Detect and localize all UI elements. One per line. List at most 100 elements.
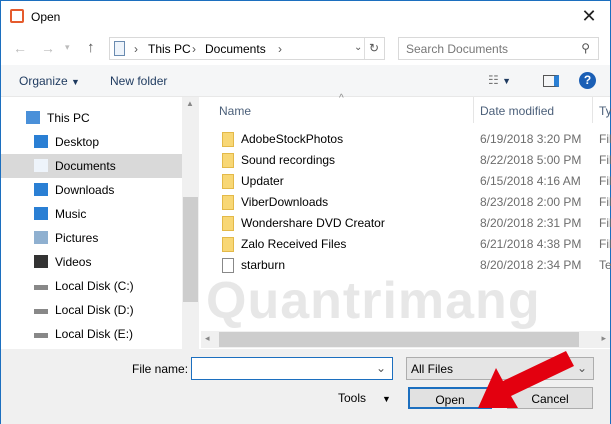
search-placeholder: Search Documents <box>406 42 509 56</box>
help-button[interactable]: ? <box>579 72 596 89</box>
preview-pane-icon[interactable] <box>543 75 559 87</box>
forward-button[interactable]: → <box>41 40 55 56</box>
folder-icon <box>222 216 234 231</box>
app-icon <box>10 9 24 23</box>
column-header-name[interactable]: Name <box>219 97 251 123</box>
scroll-thumb[interactable] <box>219 332 579 347</box>
file-name: Zalo Received Files <box>241 237 347 251</box>
chevron-icon: › <box>278 42 282 56</box>
folder-icon <box>222 153 234 168</box>
sidebar-item-label: Downloads <box>55 183 115 197</box>
file-type: Fil <box>599 132 611 146</box>
file-row[interactable]: Zalo Received Files 6/21/2018 4:38 PM Fil <box>201 234 611 255</box>
file-name: Wondershare DVD Creator <box>241 216 385 230</box>
tools-label: Tools <box>338 391 367 405</box>
documents-icon <box>34 159 48 172</box>
sidebar-item-label: Documents <box>55 159 116 173</box>
organize-label: Organize <box>19 74 68 88</box>
sidebar-item-label: Videos <box>55 255 92 269</box>
address-bar[interactable]: › This PC › Documents › ⌄ ↻ <box>109 37 385 60</box>
file-date: 8/22/2018 5:00 PM <box>480 153 582 167</box>
tools-button[interactable]: Tools ▼ <box>338 391 391 405</box>
up-button[interactable]: ↑ <box>87 39 95 56</box>
scroll-thumb[interactable] <box>183 197 198 302</box>
file-name-input[interactable]: ⌄ <box>191 357 393 380</box>
sidebar-item-this-pc[interactable]: This PC <box>1 106 182 130</box>
file-type: Fil <box>599 153 611 167</box>
file-date: 6/21/2018 4:38 PM <box>480 237 582 251</box>
file-row[interactable]: Wondershare DVD Creator 8/20/2018 2:31 PM… <box>201 213 611 234</box>
column-header-date[interactable]: Date modified <box>480 97 554 123</box>
music-icon <box>34 207 48 220</box>
sidebar-item-label: This PC <box>47 111 90 125</box>
desktop-icon <box>34 135 48 148</box>
file-date: 8/20/2018 2:34 PM <box>480 258 582 272</box>
file-row[interactable]: ViberDownloads 8/23/2018 2:00 PM Fil <box>201 192 611 213</box>
red-arrow-annotation <box>478 351 574 408</box>
organize-button[interactable]: Organize ▼ <box>19 74 80 88</box>
search-input[interactable]: Search Documents ⚲ <box>398 37 599 60</box>
videos-icon <box>34 255 48 268</box>
sort-ascending-icon: ^ <box>339 93 344 104</box>
file-type: Te <box>599 258 611 272</box>
close-button[interactable]: ✕ <box>576 6 602 27</box>
refresh-icon[interactable]: ↻ <box>369 41 379 55</box>
back-button[interactable]: ← <box>13 40 27 56</box>
file-type: Fil <box>599 216 611 230</box>
file-type: Fil <box>599 174 611 188</box>
title-bar: Open ✕ <box>1 1 610 33</box>
sidebar-item-label: Music <box>55 207 87 221</box>
recent-chevron-icon[interactable]: ▾ <box>65 42 70 53</box>
sidebar-item-music[interactable]: Music <box>1 202 182 226</box>
search-icon: ⚲ <box>581 41 590 55</box>
sidebar-item-local-disk-e[interactable]: Local Disk (E:) <box>1 322 182 346</box>
column-header-type[interactable]: Ty <box>599 97 611 123</box>
file-name-label: File name: <box>132 362 189 376</box>
file-name: starburn <box>241 258 286 272</box>
drive-icon <box>34 309 48 314</box>
window-title: Open <box>31 10 61 24</box>
pictures-icon <box>34 231 48 244</box>
chevron-icon: › <box>192 42 196 56</box>
file-date: 8/20/2018 2:31 PM <box>480 216 582 230</box>
file-date: 6/15/2018 4:16 AM <box>480 174 581 188</box>
folder-icon <box>222 174 234 189</box>
toolbar: Organize ▼ New folder ☷ ▼ ? <box>1 65 610 97</box>
view-options-icon[interactable]: ☷ ▼ <box>488 73 511 87</box>
history-dropdown-icon[interactable]: ⌄ <box>354 42 362 53</box>
sidebar-item-label: Local Disk (D:) <box>55 303 134 317</box>
downloads-icon <box>34 183 48 196</box>
folder-icon <box>222 132 234 147</box>
breadcrumb-this-pc[interactable]: This PC <box>148 42 191 56</box>
divider <box>364 38 365 59</box>
sidebar-item-local-disk-c[interactable]: Local Disk (C:) <box>1 274 182 298</box>
sidebar-item-label: Local Disk (C:) <box>55 279 134 293</box>
file-row[interactable]: Updater 6/15/2018 4:16 AM Fil <box>201 171 611 192</box>
sidebar-item-local-disk-d[interactable]: Local Disk (D:) <box>1 298 182 322</box>
sidebar-item-desktop[interactable]: Desktop <box>1 130 182 154</box>
watermark: Quantrimang <box>206 272 541 330</box>
documents-icon <box>114 41 125 56</box>
sidebar-scrollbar[interactable]: ▲ <box>182 97 199 349</box>
sidebar-item-documents[interactable]: Documents <box>1 154 182 178</box>
open-dialog: Open ✕ ← → ▾ ↑ › This PC › Documents › ⌄… <box>0 0 611 424</box>
file-type: Fil <box>599 237 611 251</box>
file-date: 8/23/2018 2:00 PM <box>480 195 582 209</box>
sidebar-item-videos[interactable]: Videos <box>1 250 182 274</box>
chevron-down-icon: ⌄ <box>375 361 386 375</box>
sidebar-item-pictures[interactable]: Pictures <box>1 226 182 250</box>
file-type: Fil <box>599 195 611 209</box>
chevron-icon: › <box>134 42 138 56</box>
breadcrumb-documents[interactable]: Documents <box>205 42 266 56</box>
file-row[interactable]: Sound recordings 8/22/2018 5:00 PM Fil <box>201 150 611 171</box>
computer-icon <box>26 111 40 124</box>
folder-icon <box>222 237 234 252</box>
sidebar-item-downloads[interactable]: Downloads <box>1 178 182 202</box>
file-type-value: All Files <box>411 362 454 376</box>
sidebar-item-label: Pictures <box>55 231 99 245</box>
folder-icon <box>222 195 234 210</box>
file-name: Sound recordings <box>241 153 336 167</box>
file-row[interactable]: AdobeStockPhotos 6/19/2018 3:20 PM Fil <box>201 129 611 150</box>
new-folder-button[interactable]: New folder <box>110 74 167 88</box>
sidebar-item-label: Local Disk (E:) <box>55 327 134 341</box>
